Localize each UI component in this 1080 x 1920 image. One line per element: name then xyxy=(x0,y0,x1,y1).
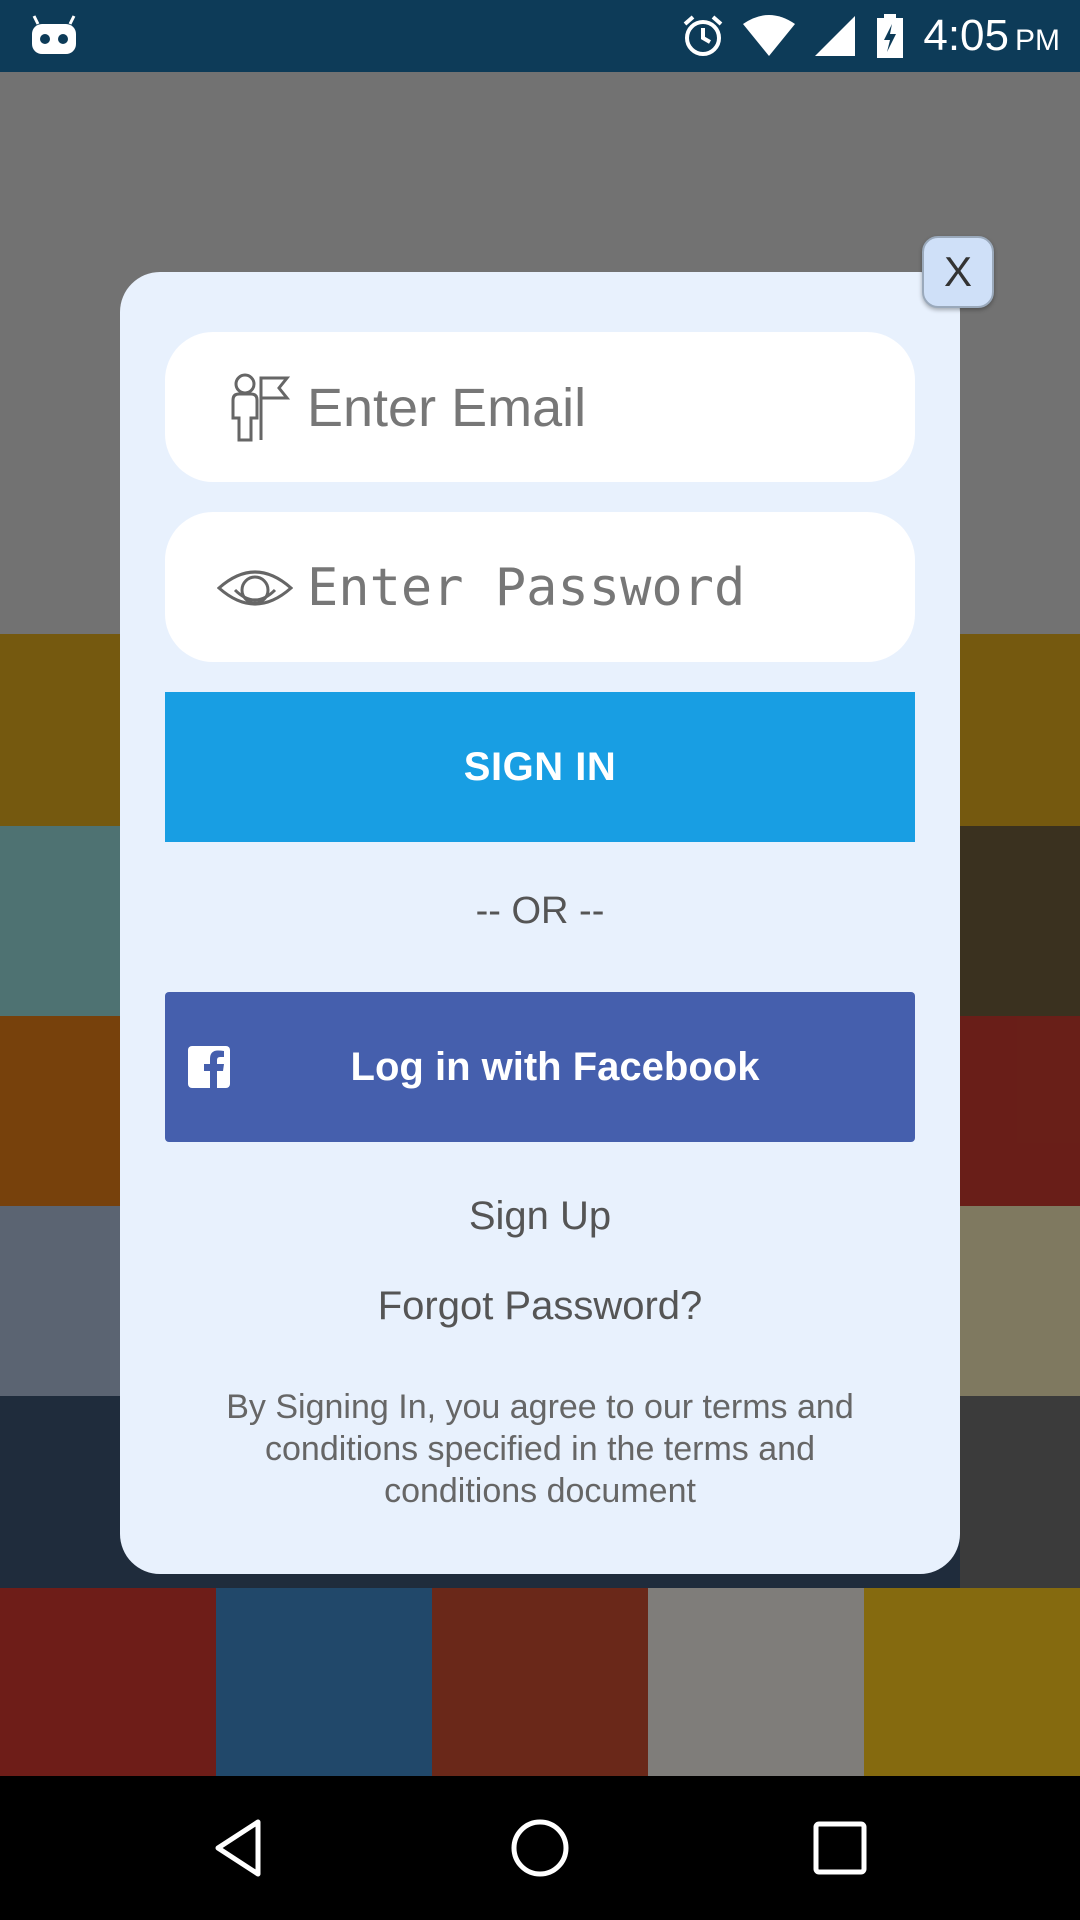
sign-in-button[interactable]: SIGN IN xyxy=(165,692,915,842)
terms-notice: By Signing In, you agree to our terms an… xyxy=(226,1388,854,1510)
battery-charging-icon xyxy=(877,14,904,58)
wifi-icon xyxy=(743,15,796,56)
cyanogen-bot-icon xyxy=(32,15,76,54)
forgot-password-link[interactable]: Forgot Password? xyxy=(120,1284,960,1329)
person-flag-icon xyxy=(231,373,291,442)
password-field[interactable] xyxy=(165,512,915,662)
or-divider: -- OR -- xyxy=(475,890,605,932)
navigation-bar xyxy=(0,1776,1080,1920)
clock-ampm: PM xyxy=(1015,24,1060,57)
back-icon[interactable] xyxy=(204,1812,276,1884)
sign-up-link[interactable]: Sign Up xyxy=(120,1194,960,1239)
facebook-login-button[interactable]: Log in with Facebook xyxy=(165,992,915,1142)
clock-time: 4:05 xyxy=(923,11,1009,60)
recents-icon[interactable] xyxy=(804,1812,876,1884)
eye-icon xyxy=(217,570,293,606)
clock: 4:05 PM xyxy=(923,11,1060,61)
status-bar: 4:05 PM xyxy=(0,0,1080,72)
password-input[interactable] xyxy=(305,542,889,634)
email-field[interactable] xyxy=(165,332,915,482)
home-icon[interactable] xyxy=(504,1812,576,1884)
login-dialog: SIGN IN -- OR -- Log in with Facebook Si… xyxy=(120,272,960,1574)
close-button[interactable]: X xyxy=(922,236,994,308)
email-input[interactable] xyxy=(305,362,889,454)
signal-icon xyxy=(815,16,856,56)
facebook-login-label: Log in with Facebook xyxy=(350,1045,760,1089)
alarm-icon xyxy=(684,15,723,56)
